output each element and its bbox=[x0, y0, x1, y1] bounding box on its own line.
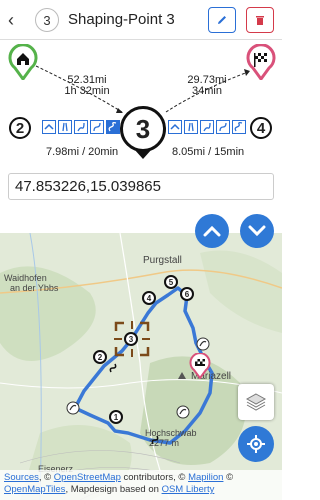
map-label-purgstall: Purgstall bbox=[143, 255, 182, 266]
route-fastest-icon[interactable] bbox=[168, 120, 182, 134]
next-total-time: 34min bbox=[192, 85, 222, 97]
route-highway-icon[interactable] bbox=[184, 120, 198, 134]
map-finish-flag-icon[interactable] bbox=[189, 353, 211, 379]
next-leg-distance: 8.05mi / 15min bbox=[172, 146, 245, 158]
map-attribution: Sources, © OpenStreetMap contributors, ©… bbox=[0, 470, 282, 500]
delete-button[interactable] bbox=[246, 7, 274, 33]
attribution-osm-link[interactable]: OpenStreetMap bbox=[54, 472, 121, 483]
map-label-waidhofen-2: an der Ybbs bbox=[10, 283, 59, 293]
attribution-openmaptiles-link[interactable]: OpenMapTiles bbox=[4, 484, 65, 495]
attribution-text: © bbox=[223, 472, 234, 483]
route-curve-icon bbox=[109, 363, 117, 373]
map-label-waidhofen: Waidhofen bbox=[4, 273, 47, 283]
page-title: Shaping-Point 3 bbox=[68, 11, 175, 28]
header-bar: ‹ 3 Shaping-Point 3 bbox=[0, 0, 282, 40]
prev-total-time: 1h 32min bbox=[64, 85, 110, 97]
current-point-badge: 3 bbox=[120, 106, 166, 152]
attribution-liberty-link[interactable]: OSM Liberty bbox=[162, 484, 215, 495]
chevron-down-icon bbox=[248, 225, 266, 237]
locate-me-button[interactable] bbox=[238, 426, 274, 462]
route-twisty-icon[interactable] bbox=[232, 120, 246, 134]
attribution-text: , © bbox=[38, 472, 54, 483]
map-waypoint-6[interactable]: 6 bbox=[180, 287, 194, 301]
pencil-icon bbox=[218, 16, 226, 24]
layers-button[interactable] bbox=[238, 384, 274, 420]
map-waypoint-4[interactable]: 4 bbox=[142, 291, 156, 305]
prev-route-type-group bbox=[42, 120, 120, 134]
attribution-text: contributors, © bbox=[120, 472, 189, 483]
route-twisty-icon[interactable] bbox=[106, 120, 120, 134]
route-country-icon[interactable] bbox=[200, 120, 214, 134]
next-route-type-group bbox=[168, 120, 246, 134]
route-curvy-icon[interactable] bbox=[90, 120, 104, 134]
route-direction-icon bbox=[176, 405, 190, 419]
route-highway-icon[interactable] bbox=[58, 120, 72, 134]
peak-icon bbox=[178, 372, 186, 379]
map-waypoint-5[interactable]: 5 bbox=[164, 275, 178, 289]
previous-point-badge[interactable]: 2 bbox=[9, 117, 31, 139]
route-country-icon[interactable] bbox=[74, 120, 88, 134]
route-direction-icon bbox=[196, 337, 210, 351]
back-icon[interactable]: ‹ bbox=[8, 11, 14, 29]
route-curve-icon bbox=[151, 435, 159, 445]
layers-icon bbox=[245, 393, 267, 411]
route-fastest-icon[interactable] bbox=[42, 120, 56, 134]
map-view[interactable]: Purgstall Waidhofen an der Ybbs Mariazel… bbox=[0, 233, 282, 500]
prev-leg-distance: 7.98mi / 20min bbox=[46, 146, 119, 158]
attribution-text: , Mapdesign based on bbox=[65, 484, 162, 495]
route-direction-icon bbox=[66, 401, 80, 415]
edit-button[interactable] bbox=[208, 7, 236, 33]
next-point-badge[interactable]: 4 bbox=[250, 117, 272, 139]
coordinates-input[interactable]: 47.853226,15.039865 bbox=[8, 173, 274, 200]
move-down-button[interactable] bbox=[240, 214, 274, 248]
move-up-button[interactable] bbox=[195, 214, 229, 248]
selection-crosshair-icon bbox=[114, 321, 150, 357]
point-index-badge: 3 bbox=[35, 8, 59, 32]
current-point-pointer bbox=[134, 149, 152, 159]
attribution-mapilion-link[interactable]: Mapilion bbox=[188, 472, 223, 483]
route-curvy-icon[interactable] bbox=[216, 120, 230, 134]
attribution-sources-link[interactable]: Sources bbox=[4, 472, 39, 483]
map-waypoint-2[interactable]: 2 bbox=[93, 350, 107, 364]
trash-icon bbox=[256, 16, 264, 25]
chevron-up-icon bbox=[203, 225, 221, 237]
map-waypoint-1[interactable]: 1 bbox=[109, 410, 123, 424]
crosshair-locate-icon bbox=[247, 435, 265, 453]
